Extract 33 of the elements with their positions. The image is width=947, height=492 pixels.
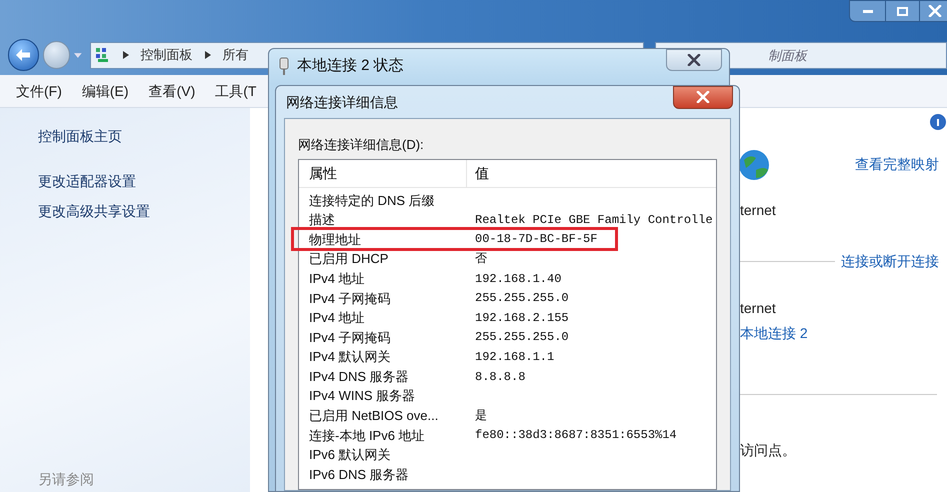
value-cell-text: 8.8.8.8 <box>474 368 526 386</box>
value-cell-text: 否 <box>474 251 487 268</box>
property-cell-text: IPv4 地址 <box>308 270 366 288</box>
property-cell-text: IPv4 地址 <box>308 309 366 328</box>
property-cell-text: 已启用 NetBIOS ove... <box>308 407 440 426</box>
property-cell-text: IPv4 子网掩码 <box>308 328 392 347</box>
value-cell-text: Realtek PCIe GBE Family Controlle <box>474 212 713 229</box>
property-cell-text: IPv4 WINS 服务器 <box>308 387 416 406</box>
list-label: 网络连接详细信息(D): <box>298 136 425 154</box>
value-cell-text: 是 <box>474 408 487 425</box>
value-cell-text: 192.168.1.40 <box>474 270 562 288</box>
property-cell-text: 连接-本地 IPv6 地址 <box>308 426 426 445</box>
value-cell-text: 255.255.255.0 <box>474 329 569 346</box>
property-cell-text: 物理地址 <box>308 230 362 249</box>
property-cell-text: 已启用 DHCP <box>308 250 390 268</box>
internet-label: ternet <box>740 201 776 220</box>
dialog-title: 本地连接 2 状态 <box>297 56 404 76</box>
value-cell-text: 192.168.2.155 <box>474 310 569 327</box>
property-cell-text: IPv4 DNS 服务器 <box>308 368 410 386</box>
access-point-text: 访问点。 <box>740 441 797 460</box>
property-cell-text: IPv4 默认网关 <box>308 348 392 366</box>
property-cell-text: IPv4 子网掩码 <box>308 290 392 308</box>
value-cell-text: 192.168.1.1 <box>474 349 554 366</box>
network-label: ternet <box>740 299 777 318</box>
property-cell-text: IPv6 默认网关 <box>308 446 392 464</box>
property-cell-text: 描述 <box>308 211 336 230</box>
value-cell-text: 00-18-7D-BC-BF-5F <box>474 231 598 248</box>
value-cell-text: 255.255.255.0 <box>474 290 569 308</box>
dialog-title: 网络连接详细信息 <box>286 92 398 112</box>
property-cell-text: IPv6 DNS 服务器 <box>308 466 410 484</box>
value-cell-text: fe80::38d3:8687:8351:6553%14 <box>474 427 677 444</box>
see-also-heading: 另请参阅 <box>38 470 95 489</box>
property-cell-text: 连接特定的 DNS 后缀 <box>308 192 436 210</box>
